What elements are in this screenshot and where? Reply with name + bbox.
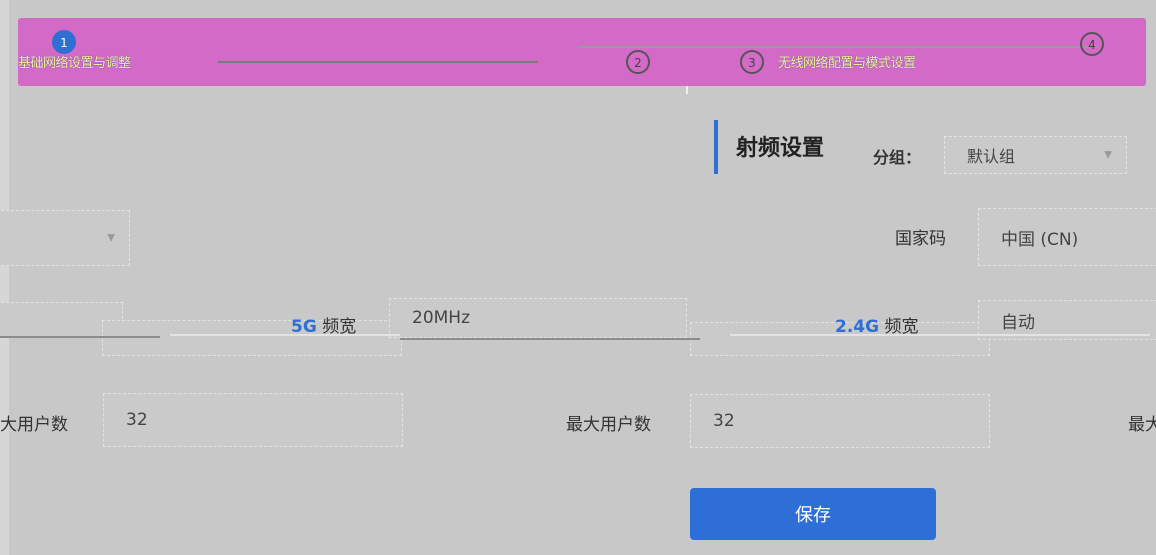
step-3-label: 无线网络配置与模式设置 (778, 56, 916, 71)
group-select[interactable]: 默认组 ▼ (944, 136, 1127, 174)
step-1-label: 基础网络设置与调整 (18, 56, 131, 71)
group-label: 分组： (873, 148, 922, 167)
max-users-value-left: 32 (126, 410, 148, 430)
country-select[interactable]: 中国 (CN) (978, 208, 1156, 266)
max-users-label-mid: 最大用户数 (566, 415, 651, 435)
max-users-value-mid: 32 (713, 411, 735, 431)
band5g-value: 20MHz (412, 308, 471, 328)
step-4-icon[interactable]: 4 (1080, 32, 1104, 56)
step-1-icon: 1 (52, 30, 76, 54)
max-users-label-right: 最大 (1128, 415, 1156, 435)
max-users-label-left: 大用户数 (0, 415, 68, 435)
scan-glitch (730, 334, 1150, 336)
country-label: 国家码 (895, 229, 946, 249)
max-users-input-left[interactable]: 32 (103, 393, 403, 447)
scan-glitch (400, 338, 700, 340)
step-3-icon[interactable]: 3 (740, 50, 764, 74)
left-edge (0, 0, 9, 555)
save-button[interactable]: 保存 (690, 488, 936, 540)
chevron-down-icon: ▼ (107, 232, 115, 244)
left-select[interactable]: ▼ (0, 210, 130, 266)
group-select-value: 默认组 (967, 147, 1016, 166)
banner-tick (686, 86, 688, 94)
left-bandwidth-overlay (102, 320, 402, 356)
scan-glitch (0, 336, 160, 338)
step-connector-1 (218, 61, 538, 63)
band24-value: 自动 (1001, 312, 1035, 333)
chevron-down-icon: ▼ (1104, 149, 1112, 161)
scan-glitch (170, 334, 400, 336)
country-value: 中国 (CN) (1001, 229, 1079, 250)
band5g-select[interactable]: 20MHz (389, 298, 687, 338)
step-2-icon[interactable]: 2 (626, 50, 650, 74)
max-users-input-mid[interactable]: 32 (690, 394, 990, 448)
section-accent-bar (714, 120, 718, 174)
section-title: 射频设置 (736, 136, 825, 161)
banner-line-top (578, 46, 1098, 48)
step-banner: 1 基础网络设置与调整 2 3 无线网络配置与模式设置 4 (18, 18, 1146, 86)
